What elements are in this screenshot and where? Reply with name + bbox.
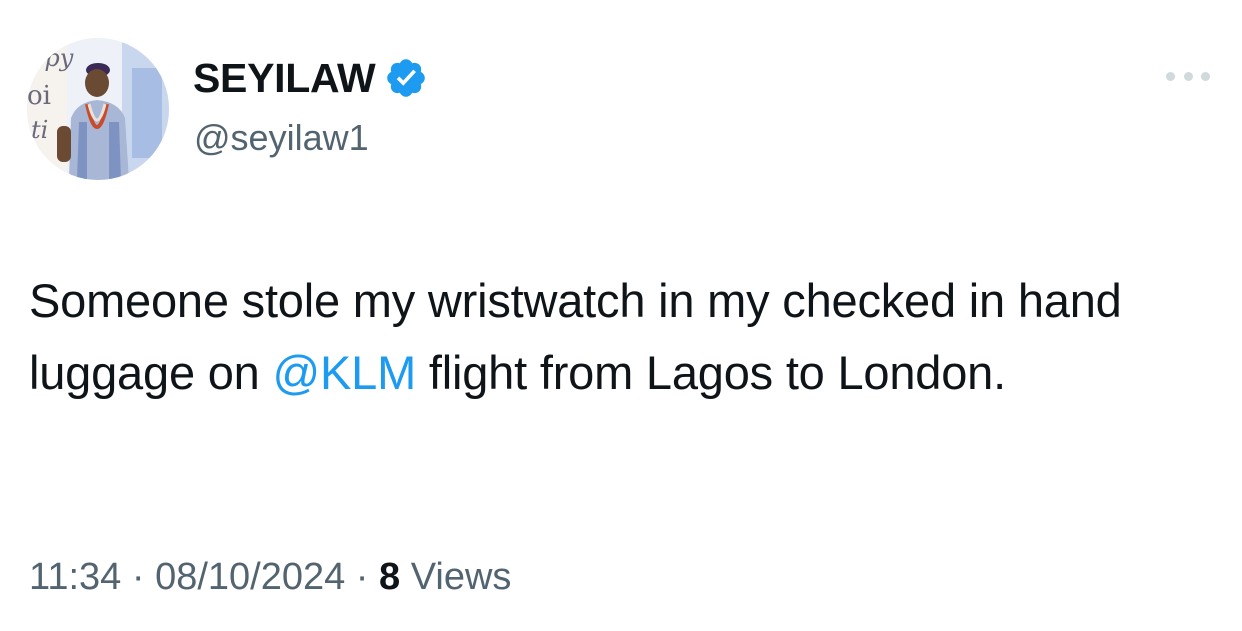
more-horizontal-icon[interactable]: [1166, 64, 1210, 88]
tweet-meta: 11:34 · 08/10/2024 · 8 Views: [29, 556, 511, 599]
tweet-text-part2: flight from Lagos to London.: [416, 346, 1006, 399]
tweet-text: Someone stole my wristwatch in my checke…: [29, 265, 1214, 409]
views-count: 8: [379, 556, 401, 598]
display-name[interactable]: SEYILAW: [193, 55, 376, 102]
tweet-card: ppy oi ti SEYILAW @seyilaw1 Someone stol…: [0, 0, 1242, 631]
svg-text:oi: oi: [27, 81, 51, 111]
more-dot: [1183, 71, 1193, 81]
more-dot: [1201, 71, 1210, 81]
author-handle[interactable]: @seyilaw1: [194, 117, 369, 159]
more-dot: [1166, 71, 1175, 81]
mention-link[interactable]: @KLM: [272, 346, 416, 399]
meta-separator: ·: [121, 556, 156, 598]
tweet-time[interactable]: 11:34: [29, 556, 121, 598]
verified-badge-icon: [384, 56, 428, 100]
meta-separator: ·: [345, 556, 380, 598]
tweet-date[interactable]: 08/10/2024: [155, 556, 345, 598]
avatar-image: ppy oi ti: [27, 38, 169, 180]
avatar[interactable]: ppy oi ti: [27, 38, 169, 180]
svg-text:ti: ti: [31, 116, 48, 144]
avatar-text: ppy: [29, 44, 74, 72]
views-label: Views: [400, 556, 512, 598]
author-name-row: SEYILAW: [193, 52, 428, 104]
